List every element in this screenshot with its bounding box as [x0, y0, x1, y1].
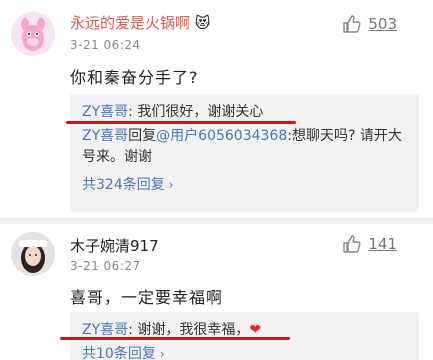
reply-text: 谢谢，我很幸福，: [137, 322, 250, 338]
username[interactable]: 木子婉清917: [70, 235, 159, 256]
reply-text: 我们很好，谢谢关心: [137, 104, 264, 120]
username-text[interactable]: 永远的爱是火锅啊: [70, 14, 190, 32]
reply-keyword: 回复: [128, 128, 157, 144]
chevron-right-icon: ›: [168, 178, 174, 192]
view-all-replies-link[interactable]: 共324条回复 ›: [82, 174, 407, 194]
avatar[interactable]: [11, 232, 55, 276]
pink-panther-avatar-image: [11, 12, 55, 56]
user-photo-avatar-image: [11, 232, 55, 276]
reply-author[interactable]: ZY喜哥: [82, 104, 128, 120]
reply-separator: :: [128, 104, 138, 120]
comment-text: 你和秦奋分手了?: [70, 68, 199, 87]
like-button[interactable]: 141: [342, 234, 397, 254]
avatar[interactable]: [11, 12, 55, 56]
thumbs-up-icon: [343, 15, 361, 33]
comment-item: 永远的爱是火锅啊 😻 3-21 06:24 503 你和秦奋分手了? ZY喜哥:…: [0, 0, 433, 220]
like-count[interactable]: 141: [368, 235, 397, 253]
username[interactable]: 永远的爱是火锅啊 😻: [70, 12, 210, 33]
comment-text: 喜哥，一定要幸福啊: [70, 288, 224, 307]
chevron-right-icon: ›: [159, 347, 165, 360]
timestamp: 3-21 06:27: [70, 259, 141, 273]
heart-icon: ❤: [249, 322, 262, 338]
reply-author[interactable]: ZY喜哥: [82, 128, 128, 144]
total-replies-label[interactable]: 共324条回复: [82, 177, 165, 193]
reply-item[interactable]: ZY喜哥: 我们很好，谢谢关心: [82, 102, 407, 123]
timestamp: 3-21 06:24: [70, 38, 141, 52]
reply-box: ZY喜哥: 我们很好，谢谢关心 ZY喜哥回复@用户6056034368:想聊天吗…: [70, 94, 419, 212]
red-underline-annotation: [66, 121, 296, 124]
mention-link[interactable]: @用户6056034368: [156, 128, 287, 144]
comment-item: 木子婉清917 3-21 06:27 141 喜哥，一定要幸福啊 ZY喜哥: 谢…: [0, 224, 433, 360]
total-replies-label[interactable]: 共10条回复: [82, 346, 156, 360]
reply-item[interactable]: ZY喜哥回复@用户6056034368:想聊天吗? 请开大号来。谢谢: [82, 126, 407, 168]
thumbs-up-icon: [343, 235, 361, 253]
cat-emoji-icon: 😻: [194, 14, 211, 32]
reply-author[interactable]: ZY喜哥: [82, 322, 128, 338]
like-button[interactable]: 503: [342, 14, 397, 34]
view-all-replies-link[interactable]: 共10条回复 ›: [82, 343, 407, 360]
reply-separator: :: [128, 322, 138, 338]
red-underline-annotation: [60, 337, 290, 340]
like-count[interactable]: 503: [368, 15, 397, 33]
reply-box: ZY喜哥: 谢谢，我很幸福，❤ 共10条回复 ›: [70, 312, 419, 360]
